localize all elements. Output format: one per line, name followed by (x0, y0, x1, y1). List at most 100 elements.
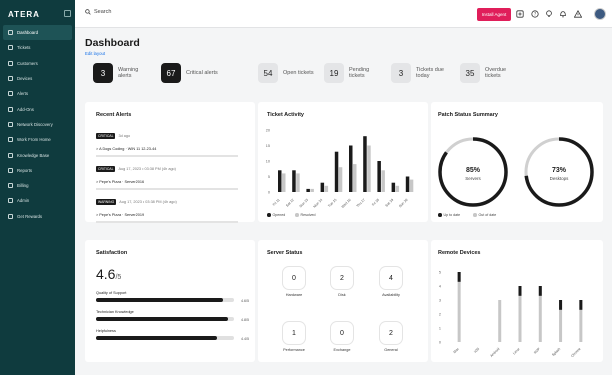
satisfaction-score: 4.6/5 (96, 266, 122, 282)
bar-resolved (310, 188, 314, 192)
x-tick-label: Tue 15 (327, 198, 337, 208)
satisfaction-row-label: Technician Knowledge (96, 310, 134, 314)
stat-critical-alerts[interactable]: 67 Critical alerts (161, 62, 218, 84)
warning-icon[interactable] (574, 10, 582, 18)
bar-opened (349, 145, 353, 192)
bar-opened (320, 182, 325, 192)
stat-warning-alerts[interactable]: 3 Warning alerts (93, 62, 150, 84)
help-icon[interactable]: ? (531, 10, 539, 18)
patch-status-chart: 85% Servers 73% Desktops (438, 137, 594, 207)
x-tick-label: Fri 11 (272, 198, 281, 207)
stat-label: Critical alerts (186, 70, 218, 76)
alert-description: > A Dogs Coding · WIN 11 12-23-44 (96, 147, 157, 151)
sidebar-item-get-rewards[interactable]: Get Rewards (3, 209, 72, 224)
server-status-availability[interactable]: 4 Availability (371, 267, 411, 297)
bar-resolved (296, 173, 300, 192)
server-status-value: 4 (380, 267, 402, 289)
stat-pending-tickets[interactable]: 19 Pending tickets (324, 62, 381, 84)
alert-item[interactable]: WARNING Aug 17, 2023 • 03:38 PM (4h ago) >… (96, 193, 241, 223)
main-content: Search Install Agent ? Dashboard Edit la… (75, 0, 612, 375)
stat-label: Tickets due today (416, 67, 444, 79)
bar-opened (306, 188, 310, 192)
sidebar-item-add-ons[interactable]: Add-Ons (3, 101, 72, 116)
remote-devices-chart: 0 1 2 3 4 5 Mac iOS Android Linux RDP Splash Chrome (439, 271, 583, 358)
alert-time: 3d ago (118, 133, 131, 138)
page-title: Dashboard (85, 37, 140, 49)
remote-devices-title: Remote Devices (438, 250, 481, 256)
sidebar-item-tickets[interactable]: Tickets (3, 40, 72, 55)
x-tick-label: Sun 13 (299, 198, 310, 209)
server-status-value: 0 (283, 267, 305, 289)
collapse-sidebar-icon[interactable] (64, 10, 71, 17)
plus-icon[interactable] (516, 10, 524, 18)
app: ATERA Dashboard Tickets Customers Devices Al… (0, 0, 612, 375)
server-status-general[interactable]: 2 General (371, 322, 411, 352)
server-status-value: 2 (331, 267, 353, 289)
server-status-hardware[interactable]: 0 Hardware (274, 267, 314, 297)
bell-icon[interactable] (559, 10, 567, 18)
server-status-exchange[interactable]: 0 Exchange (322, 322, 362, 352)
devices-icon (8, 76, 13, 82)
alert-item[interactable]: CRITICAL Aug 17, 2023 • 03:38 PM (4h ago)… (96, 160, 241, 190)
add-ons-icon (8, 106, 13, 112)
x-tick-label: Sun 20 (398, 198, 409, 209)
x-tick-label: Sat 12 (285, 198, 295, 208)
alert-description: > Pepe's Pizza · Server2019 (96, 213, 145, 217)
topbar: Search Install Agent ? (75, 0, 612, 28)
server-status-disk[interactable]: 2 Disk (322, 267, 362, 297)
bar-opened (405, 176, 410, 192)
server-status-label: Availability (382, 293, 400, 297)
x-tick-label: Thu 17 (356, 198, 366, 208)
stat-value: 3 (93, 63, 113, 83)
satisfaction-row-label: Quality of Support (96, 291, 127, 295)
search-input[interactable]: Search (85, 9, 111, 15)
lightbulb-icon[interactable] (545, 10, 553, 18)
stat-label: Pending tickets (349, 67, 370, 79)
stat-value: 54 (258, 63, 278, 83)
legend-up-to-date: Up to date (438, 213, 460, 217)
app-logo[interactable]: ATERA (8, 10, 40, 19)
sidebar: ATERA Dashboard Tickets Customers Devices Al… (0, 0, 75, 375)
sidebar-item-network-discovery[interactable]: Network Discovery (3, 117, 72, 132)
alert-header: CRITICAL 3d ago (96, 127, 241, 145)
bar-opened (391, 182, 396, 192)
svg-text:?: ? (534, 12, 536, 17)
donut-label-servers: Servers (465, 176, 481, 181)
sidebar-item-reports[interactable]: Reports (3, 163, 72, 178)
sidebar-item-admin[interactable]: Admin (3, 193, 72, 208)
sidebar-item-devices[interactable]: Devices (3, 71, 72, 86)
get-rewards-icon (8, 213, 13, 219)
sidebar-item-customers[interactable]: Customers (3, 56, 72, 71)
stat-value: 35 (460, 63, 480, 83)
satisfaction-row: Helpfulness 4.4/5 (96, 329, 251, 341)
alert-time: Aug 17, 2023 • 03:38 PM (4h ago) (119, 199, 177, 204)
satisfaction-row-value: 4.4/5 (241, 337, 249, 341)
bar-resolved (338, 167, 343, 192)
sidebar-item-label: Network Discovery (17, 121, 53, 127)
edit-layout-link[interactable]: Edit layout (85, 51, 105, 56)
sidebar-item-label: Tickets (17, 45, 31, 51)
server-status-performance[interactable]: 1 Performance (274, 322, 314, 352)
x-tick-label: iOS (473, 346, 480, 353)
stat-overdue-tickets[interactable]: 35 Overdue tickets (460, 62, 517, 84)
sidebar-item-billing[interactable]: Billing (3, 178, 72, 193)
bar-resolved (381, 170, 385, 192)
sidebar-item-knowledge-base[interactable]: Knowledge Base (3, 147, 72, 162)
severity-badge: WARNING (96, 198, 117, 205)
stat-tickets-due-today[interactable]: 3 Tickets due today (391, 62, 448, 84)
stat-value: 19 (324, 63, 344, 83)
admin-icon (8, 198, 13, 204)
bar-active (579, 300, 583, 310)
stat-open-tickets[interactable]: 54 Open tickets (258, 62, 315, 84)
tickets-icon (8, 45, 13, 51)
bar-resolved (367, 145, 371, 192)
sidebar-item-alerts[interactable]: Alerts (3, 86, 72, 101)
sidebar-item-work-from-home[interactable]: Work From Home (3, 132, 72, 147)
install-agent-button[interactable]: Install Agent (477, 8, 511, 21)
donut-value-servers: 85% (466, 167, 481, 174)
server-status-value: 0 (331, 322, 353, 344)
user-avatar[interactable] (594, 8, 606, 20)
alert-item[interactable]: CRITICAL 3d ago > A Dogs Coding · WIN 11 1… (96, 127, 241, 157)
sidebar-nav: Dashboard Tickets Customers Devices Alerts Ad… (3, 25, 72, 224)
sidebar-item-dashboard[interactable]: Dashboard (3, 25, 72, 41)
